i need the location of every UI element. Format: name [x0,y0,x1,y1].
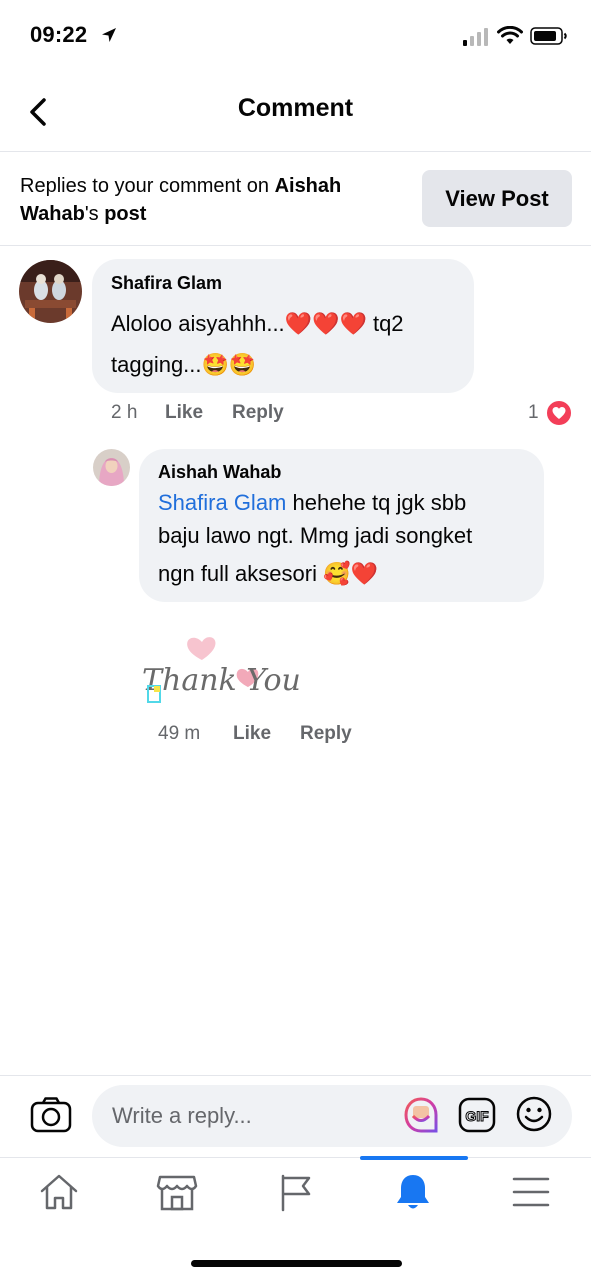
mention-link[interactable]: Shafira Glam [158,490,286,515]
love-reaction-icon[interactable] [545,399,573,427]
view-post-button[interactable]: View Post [422,170,572,227]
comment-time: 2 h [111,402,138,423]
wifi-icon [497,26,523,44]
like-button[interactable]: Like [233,723,271,745]
avatar-sticker-icon[interactable] [402,1096,440,1134]
comment-bubble[interactable]: Aishah Wahab Shafira Glam hehehe tq jgk … [139,449,544,602]
comment-text-line: ngn full aksesori 🥰❤️ [158,561,378,586]
cellular-signal-icon [463,28,488,46]
home-icon [40,1174,78,1210]
like-button[interactable]: Like [165,402,203,424]
reply-button[interactable]: Reply [300,723,352,745]
flag-icon [281,1174,311,1212]
sticker-art: Thank You [142,637,301,703]
page-title: Comment [237,94,354,122]
header: Comment [0,72,591,152]
camera-icon[interactable] [30,1096,72,1134]
battery-icon [530,27,567,45]
comment-bubble[interactable]: Shafira Glam Aloloo aisyahhh...❤️❤️❤️ tq… [92,259,474,393]
bell-icon [397,1175,429,1209]
marketplace-icon [156,1175,198,1211]
tab-home[interactable] [0,1158,118,1228]
avatar[interactable] [19,260,82,323]
comment-author[interactable]: Shafira Glam [111,273,222,294]
sticker-text: Thank You [142,663,301,698]
avatar[interactable] [93,449,130,486]
notice-text: Replies to your comment on Aishah Wahab'… [20,175,342,225]
comment-author[interactable]: Aishah Wahab [158,462,281,483]
location-arrow-icon [102,28,116,42]
comment-text-line: tagging...🤩🤩 [111,352,257,377]
gif-icon[interactable]: GIF [458,1097,496,1133]
tab-menu[interactable] [472,1158,590,1228]
avatar-photo [93,449,130,486]
comment-time: 49 m [158,723,201,744]
reply-button[interactable]: Reply [232,402,284,424]
emoji-icon[interactable] [515,1095,553,1133]
status-bar: 09:22 [0,0,591,72]
reply-input[interactable] [92,1085,572,1147]
tab-pages[interactable] [236,1158,354,1228]
post-word: post [104,203,147,225]
gif-label: GIF [465,1108,489,1124]
tab-marketplace[interactable] [118,1158,236,1228]
reply-notice-banner: Replies to your comment on Aishah Wahab'… [0,152,591,246]
avatar-photo [19,260,82,323]
reaction-count[interactable]: 1 [528,402,539,424]
comment-text-line: Shafira Glam hehehe tq jgk sbb [158,490,467,515]
tab-notifications[interactable] [354,1158,472,1228]
status-time: 09:22 [30,22,88,47]
menu-icon [512,1177,550,1207]
reply-composer: GIF [0,1075,591,1157]
home-indicator[interactable] [191,1260,402,1267]
comment-text-line: Aloloo aisyahhh...❤️❤️❤️ tq2 [111,311,404,336]
bottom-tab-bar [0,1156,591,1237]
comment-text-line: baju lawo ngt. Mmg jadi songket [158,523,473,548]
thank-you-sticker[interactable]: Thank You [140,620,310,715]
